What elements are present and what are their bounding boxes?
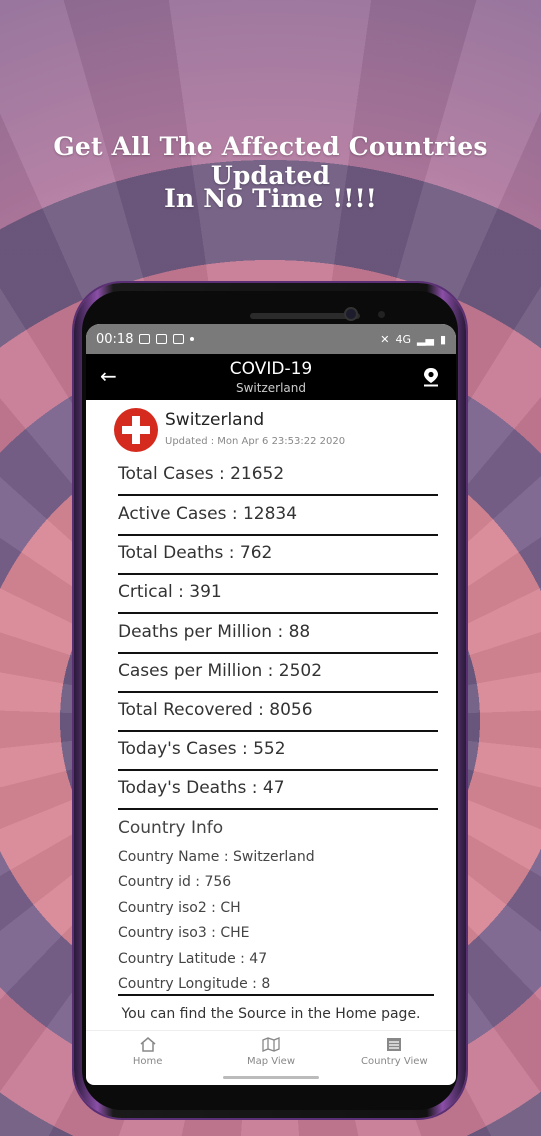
info-country-name: Country Name : Switzerland	[118, 849, 315, 865]
info-country-id: Country id : 756	[118, 874, 232, 890]
map-icon	[262, 1037, 280, 1052]
status-time: 00:18	[96, 331, 134, 347]
front-camera	[344, 307, 358, 321]
proximity-sensor	[378, 311, 385, 318]
divider	[118, 994, 434, 996]
stat-deaths-per-million: Deaths per Million : 88	[118, 622, 438, 656]
location-pin-icon[interactable]	[422, 367, 440, 387]
stat-active-cases: Active Cases : 12834	[118, 504, 438, 538]
country-detail: Switzerland Updated : Mon Apr 6 23:53:22…	[86, 400, 456, 1030]
app-screen: 00:18 ✕ 4G ▂▄ ▮ ← COVID-19 Switzerland S…	[86, 324, 456, 1085]
signal-icon: ▂▄	[417, 332, 434, 346]
info-country-latitude: Country Latitude : 47	[118, 951, 268, 967]
gesture-home-bar[interactable]	[223, 1076, 319, 1079]
stat-todays-deaths: Today's Deaths : 47	[118, 778, 438, 812]
home-icon	[140, 1037, 156, 1052]
country-name: Switzerland	[165, 410, 265, 430]
stat-total-cases: Total Cases : 21652	[118, 464, 438, 498]
source-note: You can find the Source in the Home page…	[121, 1006, 421, 1022]
nav-country-view[interactable]: Country View	[333, 1031, 456, 1076]
info-country-iso2: Country iso2 : CH	[118, 900, 241, 916]
battery-icon: ▮	[439, 332, 446, 346]
country-info-title: Country Info	[118, 818, 224, 838]
info-country-longitude: Country Longitude : 8	[118, 976, 271, 992]
updated-timestamp: Updated : Mon Apr 6 23:53:22 2020	[165, 436, 346, 447]
app-title: COVID-19	[229, 359, 313, 379]
app-bar: ← COVID-19 Switzerland	[86, 354, 456, 400]
mute-icon: ✕	[380, 332, 390, 346]
list-icon	[387, 1038, 402, 1051]
promo-headline-line2: In No Time !!!!	[164, 184, 377, 213]
nav-country-view-label: Country View	[361, 1056, 428, 1067]
stat-todays-cases: Today's Cases : 552	[118, 739, 438, 773]
promo-headline-line1: Get All The Affected Countries Updated	[53, 132, 488, 190]
network-type: 4G	[395, 332, 412, 346]
bottom-nav: Home Map View Country View	[86, 1030, 456, 1076]
gmail-notification-icon	[156, 334, 168, 344]
gallery-notification-icon	[139, 334, 151, 344]
nav-home-label: Home	[132, 1056, 163, 1067]
swiss-flag-icon	[114, 408, 158, 452]
stat-cases-per-million: Cases per Million : 2502	[118, 661, 438, 695]
info-country-iso3: Country iso3 : CHE	[118, 925, 250, 941]
youtube-notification-icon	[173, 334, 185, 344]
more-notifications-icon	[190, 337, 195, 341]
status-bar: 00:18 ✕ 4G ▂▄ ▮	[86, 324, 456, 354]
app-subtitle: Switzerland	[236, 381, 306, 395]
stat-total-recovered: Total Recovered : 8056	[118, 700, 438, 734]
stat-total-deaths: Total Deaths : 762	[118, 543, 438, 577]
nav-map-view[interactable]: Map View	[209, 1031, 332, 1076]
nav-map-view-label: Map View	[246, 1056, 295, 1067]
stat-critical: Crtical : 391	[118, 582, 438, 616]
nav-home[interactable]: Home	[86, 1031, 209, 1076]
